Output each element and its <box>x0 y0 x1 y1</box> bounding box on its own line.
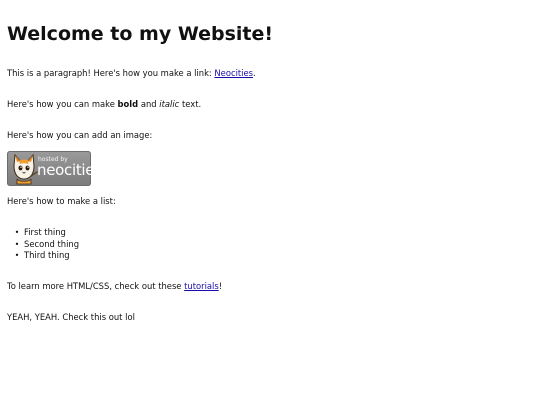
bullet-icon: • <box>14 251 20 260</box>
paragraph-tutorials: To learn more HTML/CSS, check out these … <box>7 281 222 292</box>
bullet-icon: • <box>14 239 20 249</box>
paragraph-text: This is a paragraph! Here's how you make… <box>7 68 215 78</box>
paragraph-with-link: This is a paragraph! Here's how you make… <box>7 68 256 79</box>
paragraph-text-end: . <box>253 68 256 78</box>
paragraph-image-intro: Here's how you can add an image: <box>7 130 153 140</box>
formatting-text-middle: and <box>138 99 160 109</box>
list-item-label: Third thing <box>24 250 70 260</box>
list-item: • Third thing <box>15 250 79 262</box>
paragraph-formatting: Here's how you can make bold and italic … <box>7 99 201 110</box>
italic-text: italic <box>159 99 180 109</box>
bold-text: bold <box>117 99 139 109</box>
page-title: Welcome to my Website! <box>7 23 274 45</box>
badge-brand-text: neocities <box>37 161 91 179</box>
neocities-link[interactable]: Neocities <box>214 68 253 78</box>
list-item: • Second thing <box>15 238 80 251</box>
hosted-by-neocities-badge: hosted by neocities <box>7 151 91 186</box>
list-item-label: Second thing <box>24 238 80 249</box>
example-list: • First thing • Second thing • Third thing <box>7 227 79 262</box>
formatting-text-start: Here's how you can make <box>7 99 118 109</box>
list-item: • First thing <box>15 227 79 239</box>
tutorials-text-end: ! <box>218 281 223 291</box>
bullet-icon: • <box>14 228 20 237</box>
list-item-label: First thing <box>24 227 66 237</box>
tutorials-link[interactable]: tutorials <box>184 281 219 291</box>
paragraph-list-intro: Here's how to make a list: <box>7 196 116 206</box>
tutorials-text-start: To learn more HTML/CSS, check out these <box>7 281 185 291</box>
formatting-text-end: text. <box>179 99 202 109</box>
paragraph-last: YEAH, YEAH. Check this out lol <box>7 312 135 322</box>
neocities-cat-icon <box>13 153 38 185</box>
